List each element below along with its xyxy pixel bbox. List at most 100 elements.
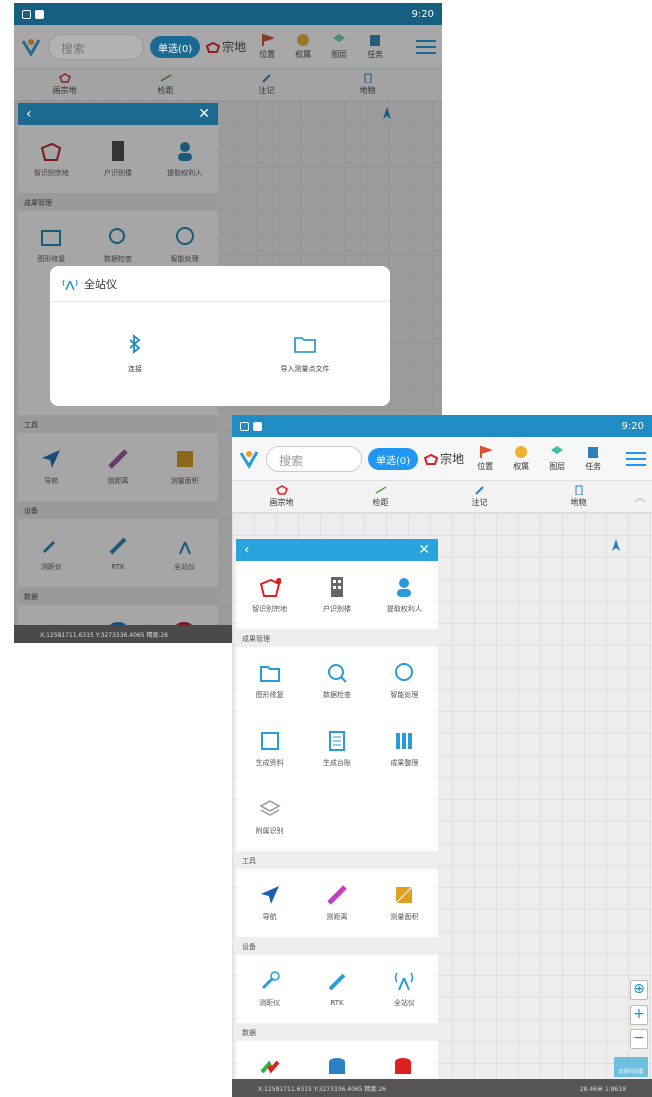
identify-building-button[interactable]: 户识别楼	[303, 567, 370, 623]
restore-button[interactable]: 还原	[371, 1047, 438, 1079]
sub-label-annotation: 注记	[258, 86, 275, 95]
total-station-button[interactable]: 全站仪	[151, 525, 218, 581]
attach-identify-button[interactable]: 附属识别	[236, 789, 303, 845]
measure-area-button[interactable]: 测量面积	[151, 439, 218, 495]
sync-icon	[260, 1060, 280, 1074]
close-icon[interactable]: ✕	[198, 106, 210, 122]
zoom-in-button[interactable]: +	[630, 1005, 648, 1025]
layers-button[interactable]: 图层	[542, 445, 572, 472]
draw-parcel-button[interactable]: 画宗地	[14, 73, 115, 96]
building-icon	[575, 485, 582, 495]
distance-check-button[interactable]: 检距	[331, 485, 430, 508]
single-select-button[interactable]: 单选(0)	[368, 447, 419, 470]
distance-check-button[interactable]: 检距	[115, 73, 216, 96]
area-icon	[395, 886, 413, 904]
generate-docs-button[interactable]: 生成资料	[236, 721, 303, 777]
shape-repair-button[interactable]: 图形修复	[236, 653, 303, 709]
draw-parcel-icon	[275, 485, 288, 495]
cell-label: 全站仪	[174, 563, 196, 571]
cell-label: 测距仪	[259, 999, 281, 1007]
data-check-button[interactable]: 数据检查	[303, 653, 370, 709]
import-file-button[interactable]: 导入测量点文件	[220, 302, 390, 406]
measure-distance-button[interactable]: 测距离	[85, 439, 152, 495]
sync-button[interactable]: 同步	[18, 611, 85, 625]
ownership-button[interactable]: 权属	[506, 445, 536, 472]
sub-label-annotation: 注记	[471, 498, 488, 507]
navigation-arrow-icon	[42, 450, 61, 468]
collapse-chevron-icon[interactable]: ︿	[418, 77, 442, 92]
identify-parcel-button[interactable]: 智识别宗地	[18, 131, 85, 187]
backup-button[interactable]: 备份	[85, 611, 152, 625]
cell-label: 智识别宗地	[252, 605, 288, 613]
generate-ledger-button[interactable]: 生成台账	[303, 721, 370, 777]
cell-label: 导航	[262, 913, 277, 921]
measure-distance-button[interactable]: 测距离	[303, 875, 370, 931]
smart-process-button[interactable]: 智能处理	[151, 217, 218, 273]
annotation-button[interactable]: 注记	[430, 485, 529, 508]
location-button[interactable]: 位置	[470, 445, 500, 472]
layers-button[interactable]: 图层	[324, 33, 354, 60]
app-logo-icon	[239, 450, 259, 469]
feature-button[interactable]: 地物	[317, 73, 418, 96]
search-input[interactable]: 搜索	[48, 33, 144, 60]
status-time: 9:20	[621, 420, 644, 432]
sync-button[interactable]: 同步	[236, 1047, 303, 1079]
single-select-button[interactable]: 单选(0)	[150, 35, 201, 58]
zongdi-label: 宗地	[440, 452, 465, 466]
organize-results-button[interactable]: 成果整理	[371, 721, 438, 777]
smart-process-button[interactable]: 智能处理	[371, 653, 438, 709]
scale-setting-button[interactable]: 比例尺设置	[614, 1057, 648, 1077]
draw-parcel-button[interactable]: 画宗地	[232, 485, 331, 508]
compass-icon	[383, 107, 391, 119]
rtk-button[interactable]: RTK	[85, 525, 152, 581]
navigate-button[interactable]: 导航	[236, 875, 303, 931]
extract-owner-button[interactable]: 提取权利人	[151, 131, 218, 187]
section-devices: 设备	[236, 937, 438, 955]
tasks-button[interactable]: 任务	[578, 445, 608, 472]
stack-layers-icon	[259, 800, 281, 816]
cell-label: 测距仪	[40, 563, 62, 571]
backup-button[interactable]: 备份	[303, 1047, 370, 1079]
menu-icon[interactable]	[416, 39, 436, 54]
cell-label: 全站仪	[393, 999, 415, 1007]
dialog-title: 全站仪	[50, 266, 390, 302]
back-icon[interactable]: ‹	[244, 542, 250, 558]
ruler-icon	[327, 885, 347, 905]
annotation-icon	[261, 74, 271, 83]
identify-parcel-button[interactable]: 智识别宗地	[236, 567, 303, 623]
identify-building-button[interactable]: 户识别楼	[85, 131, 152, 187]
zongdi-button[interactable]: 宗地	[206, 38, 246, 55]
ownership-icon	[297, 34, 310, 46]
rangefinder-button[interactable]: 测距仪	[236, 961, 303, 1017]
zongdi-icon	[424, 453, 439, 465]
shape-repair-button[interactable]: 图形修复	[18, 217, 85, 273]
rangefinder-button[interactable]: 测距仪	[18, 525, 85, 581]
app-logo-icon	[21, 38, 41, 57]
ownership-button[interactable]: 权属	[288, 33, 318, 60]
close-icon[interactable]: ✕	[418, 542, 430, 558]
rtk-button[interactable]: RTK	[303, 961, 370, 1017]
menu-icon[interactable]	[626, 451, 646, 466]
search-input[interactable]: 搜索	[266, 445, 362, 472]
cell-label: 户识别楼	[322, 605, 351, 613]
annotation-button[interactable]: 注记	[216, 73, 317, 96]
measure-area-button[interactable]: 测量面积	[371, 875, 438, 931]
zongdi-button[interactable]: 宗地	[424, 450, 464, 467]
dialog-title-text: 全站仪	[84, 277, 117, 291]
navigate-button[interactable]: 导航	[18, 439, 85, 495]
tasks-button[interactable]: 任务	[360, 33, 390, 60]
back-icon[interactable]: ‹	[26, 106, 32, 122]
data-check-button[interactable]: 数据检查	[85, 217, 152, 273]
collapse-chevron-icon[interactable]: ︿	[628, 489, 652, 504]
total-station-button[interactable]: 全站仪	[371, 961, 438, 1017]
extract-owner-button[interactable]: 提取权利人	[371, 567, 438, 623]
toolbar-label-location: 位置	[259, 50, 276, 59]
feature-button[interactable]: 地物	[529, 485, 628, 508]
toolbar-label-location: 位置	[477, 462, 494, 471]
restore-button[interactable]: 还原	[151, 611, 218, 625]
connect-button[interactable]: 连接	[50, 302, 220, 406]
locate-button[interactable]: ⊕	[630, 980, 648, 1000]
cell-label: 生成台账	[322, 759, 351, 767]
location-button[interactable]: 位置	[252, 33, 282, 60]
zoom-out-button[interactable]: −	[630, 1029, 648, 1049]
